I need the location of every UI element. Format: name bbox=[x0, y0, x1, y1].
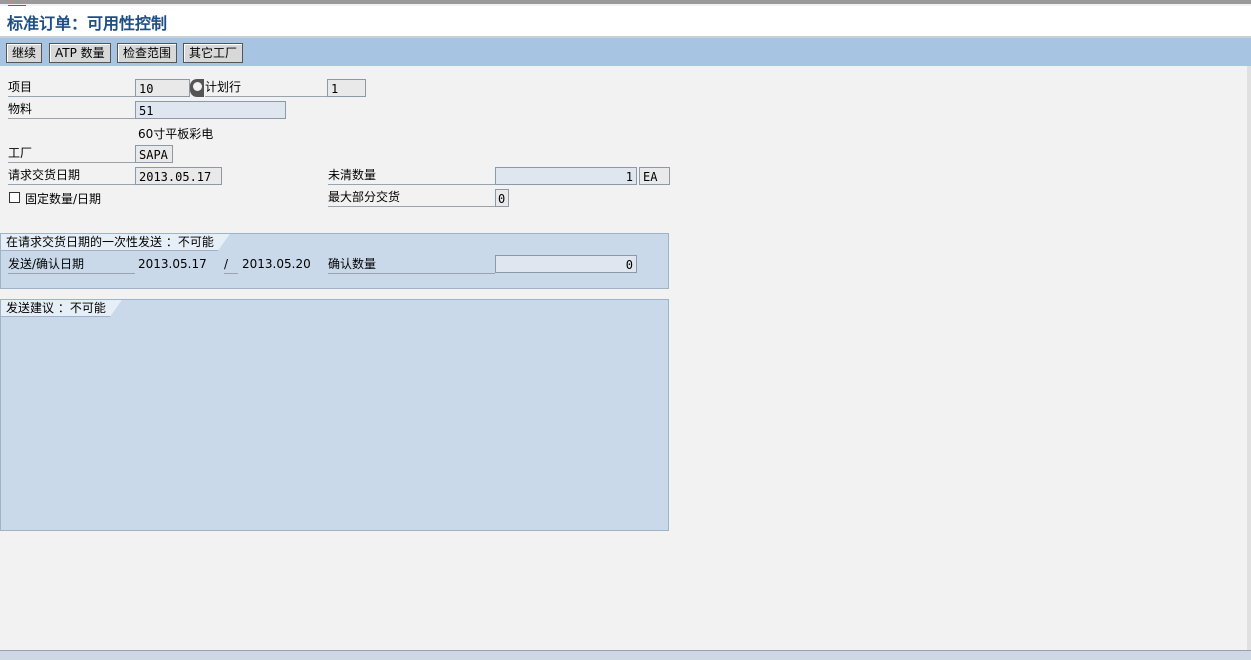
plant-field[interactable]: SAPA bbox=[135, 145, 173, 163]
requested-delivery-date-field[interactable]: 2013.05.17 bbox=[135, 167, 222, 185]
schedule-line-field[interactable]: 1 bbox=[327, 79, 366, 97]
one-time-delivery-title: 在请求交货日期的一次性发送 ：不可能 bbox=[1, 234, 230, 251]
delivery-proposal-group: 发送建议 ：不可能 bbox=[0, 299, 669, 531]
continue-button[interactable]: 继续 bbox=[6, 43, 43, 63]
page-title: 标准订单：可用性控制 bbox=[7, 14, 168, 33]
material-field[interactable]: 51 bbox=[135, 101, 286, 119]
fixed-qty-date-checkbox[interactable] bbox=[9, 192, 20, 203]
material-description: 60寸平板彩电 bbox=[138, 127, 214, 141]
ship-confirm-date-label: 发送/确认日期 bbox=[8, 256, 135, 274]
atp-quantity-button[interactable]: ATP 数量 bbox=[49, 43, 111, 63]
plant-label: 工厂 bbox=[8, 145, 135, 163]
schedule-line-label: 计划行 bbox=[205, 79, 327, 97]
check-scope-button[interactable]: 检查范围 bbox=[117, 43, 178, 63]
open-quantity-field[interactable]: 1 bbox=[495, 167, 637, 185]
date-separator: / bbox=[224, 256, 238, 274]
open-quantity-label: 未清数量 bbox=[328, 167, 495, 185]
open-quantity-unit[interactable]: EA bbox=[639, 167, 670, 185]
requested-delivery-date-label: 请求交货日期 bbox=[8, 167, 135, 185]
ship-date-value: 2013.05.17 bbox=[138, 257, 207, 271]
confirmed-quantity-field[interactable]: 0 bbox=[495, 255, 637, 273]
max-partial-delivery-field[interactable]: 0 bbox=[495, 189, 509, 207]
confirm-date-value: 2013.05.20 bbox=[242, 257, 311, 271]
detail-toggle-glyph bbox=[193, 82, 202, 91]
material-label: 物料 bbox=[8, 101, 135, 119]
fixed-qty-date-label: 固定数量/日期 bbox=[25, 192, 102, 206]
vertical-scrollbar[interactable] bbox=[1247, 66, 1251, 650]
title-bar bbox=[0, 6, 1251, 38]
delivery-proposal-title: 发送建议 ：不可能 bbox=[1, 300, 122, 317]
other-plant-button[interactable]: 其它工厂 bbox=[183, 43, 244, 63]
confirmed-quantity-label: 确认数量 bbox=[328, 256, 495, 274]
item-field[interactable]: 10 bbox=[135, 79, 190, 97]
window-top-border bbox=[0, 0, 1251, 4]
max-partial-delivery-label: 最大部分交货 bbox=[328, 189, 495, 207]
item-label: 项目 bbox=[8, 79, 135, 97]
